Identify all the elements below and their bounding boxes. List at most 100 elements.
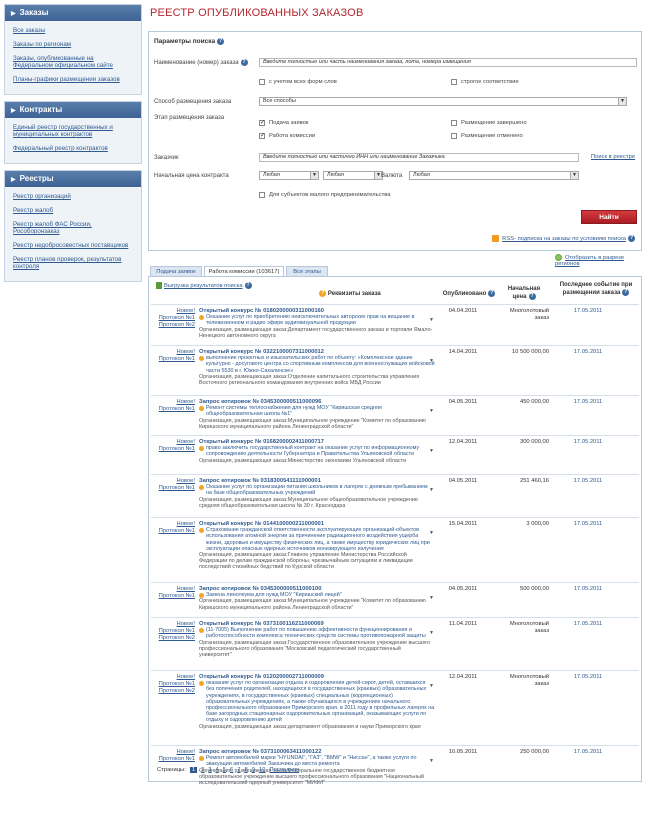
sidebar-item[interactable]: Реестр недобросовестных поставщиков (13, 242, 133, 249)
help-icon[interactable]: ? (528, 293, 536, 300)
expand-arrow-icon[interactable]: ▼ (429, 595, 434, 601)
row-last-event[interactable]: 17.05.2011 (553, 521, 623, 527)
row-description[interactable]: Ремонт системы теплоснабжения для нужд М… (199, 405, 435, 417)
expand-arrow-icon[interactable]: ▼ (429, 408, 434, 414)
row-last-event[interactable]: 17.05.2011 (553, 749, 623, 755)
row-last-event[interactable]: 17.05.2011 (553, 439, 623, 445)
pager-page[interactable]: 4 (216, 767, 219, 773)
row-last-event[interactable]: 17.05.2011 (553, 674, 623, 680)
row-description[interactable]: выполнение проектных и изыскательских ра… (199, 355, 435, 374)
row-protocol-link[interactable]: Новое! (151, 586, 195, 593)
help-icon[interactable]: ? (628, 235, 635, 242)
registry-search-link[interactable]: Поиск в реестре (591, 154, 635, 160)
row-last-event[interactable]: 17.05.2011 (553, 621, 623, 627)
expand-arrow-icon[interactable]: ▼ (429, 683, 434, 689)
rss-subscription[interactable]: RSS- подписка на заказы по условиям поис… (492, 235, 635, 242)
sidebar-item[interactable]: Единый реестр государственных и муниципа… (13, 124, 133, 138)
sidebar-section-title[interactable]: ▶ Контракты (5, 102, 141, 118)
row-protocol-link[interactable]: Протокол №2 (151, 322, 195, 329)
pager-page[interactable]: 3 (208, 767, 211, 773)
pager-page[interactable]: 10 (259, 767, 265, 773)
pager-page[interactable]: 6 (230, 767, 233, 773)
row-protocol-link[interactable]: Новое! (151, 674, 195, 681)
row-protocol-link[interactable]: Новое! (151, 521, 195, 528)
row-last-event[interactable]: 17.05.2011 (553, 349, 623, 355)
row-last-event[interactable]: 17.05.2011 (553, 308, 623, 314)
row-protocol-link[interactable]: Протокол №2 (151, 635, 195, 642)
map-link[interactable]: Отобразить в разрезе регионов (555, 254, 644, 267)
expand-arrow-icon[interactable]: ▼ (429, 358, 434, 364)
stage-commission-checkbox[interactable] (259, 132, 265, 139)
price-from-select[interactable]: Любая ▼ (259, 171, 319, 180)
row-protocol-link[interactable]: Новое! (151, 478, 195, 485)
pager-page[interactable]: 2 (201, 767, 204, 773)
row-protocol-link[interactable]: Новое! (151, 308, 195, 315)
price-to-select[interactable]: Любая ▼ (323, 171, 383, 180)
row-description[interactable]: оказание услуг по организации отдыха и о… (199, 680, 435, 723)
row-protocol-link[interactable]: Протокол №1 (151, 406, 195, 413)
stage-completed-checkbox[interactable] (451, 120, 457, 126)
sidebar-item[interactable]: Все заказы (13, 27, 133, 34)
pager-page[interactable]: 1 (189, 767, 198, 773)
currency-select[interactable]: Любая ▼ (409, 171, 579, 180)
sidebar-item[interactable]: Планы-графики размещения заказов (13, 76, 133, 83)
expand-arrow-icon[interactable]: ▼ (429, 530, 434, 536)
row-protocol-link[interactable]: Протокол №1 (151, 628, 195, 635)
expand-arrow-icon[interactable]: ▼ (429, 758, 434, 764)
row-description[interactable]: Оказание услуг по организации питания шк… (199, 484, 435, 496)
method-select[interactable]: Все способы ▼ (259, 97, 627, 106)
sidebar-item[interactable]: Заказы по регионам (13, 41, 133, 48)
row-description[interactable]: право заключить государственный контракт… (199, 445, 435, 457)
row-protocol-link[interactable]: Новое! (151, 439, 195, 446)
pager-page[interactable]: 5 (223, 767, 226, 773)
help-icon[interactable]: ? (622, 289, 630, 296)
order-name-input[interactable]: Введите полностью или часть наименования… (259, 58, 637, 67)
expand-arrow-icon[interactable]: ▼ (429, 630, 434, 636)
sidebar-item[interactable]: Заказы, опубликованные на Федеральном оф… (13, 55, 133, 69)
help-icon[interactable]: ? (319, 290, 327, 297)
row-protocol-link[interactable]: Протокол №1 (151, 593, 195, 600)
export-link[interactable]: Выгрузка результатов поиска? (156, 282, 252, 289)
sidebar-item[interactable]: Реестр жалоб ФАС России, Рособоронзаказ (13, 221, 133, 235)
expand-arrow-icon[interactable]: ▼ (429, 448, 434, 454)
stage-applications-checkbox[interactable] (259, 119, 265, 126)
row-last-event[interactable]: 17.05.2011 (553, 478, 623, 484)
help-icon[interactable]: ? (217, 38, 225, 45)
pager-page[interactable]: 7 (237, 767, 240, 773)
strict-match-checkbox[interactable] (451, 79, 457, 85)
pager-page[interactable]: 9 (252, 767, 255, 773)
row-protocol-link[interactable]: Протокол №1 (151, 315, 195, 322)
row-description[interactable]: Оказание услуг по приобретению неисключи… (199, 314, 435, 326)
stage-cancelled-checkbox[interactable] (451, 133, 457, 139)
row-protocol-link[interactable]: Протокол №1 (151, 446, 195, 453)
row-description[interactable]: Ремонт автомобилей марки "HYUNDAI", "ГАЗ… (199, 755, 435, 767)
sidebar-item[interactable]: Реестр жалоб (13, 207, 133, 214)
row-protocol-link[interactable]: Новое! (151, 349, 195, 356)
expand-arrow-icon[interactable]: ▼ (429, 487, 434, 493)
find-button[interactable]: Найти (581, 210, 637, 224)
row-protocol-link[interactable]: Новое! (151, 749, 195, 756)
row-last-event[interactable]: 17.05.2011 (553, 586, 623, 592)
sidebar-section-title[interactable]: ▶ Реестры (5, 171, 141, 187)
row-protocol-link[interactable]: Протокол №1 (151, 356, 195, 363)
sidebar-section-title[interactable]: ▶ Заказы (5, 5, 141, 21)
small-business-checkbox[interactable] (259, 192, 265, 198)
help-icon[interactable]: ? (240, 59, 248, 66)
row-last-event[interactable]: 17.05.2011 (553, 399, 623, 405)
sidebar-item[interactable]: Федеральный реестр контрактов (13, 145, 133, 152)
pager-page[interactable]: 8 (244, 767, 247, 773)
row-description[interactable]: (11-7005) Выполнение работ по повышению … (199, 627, 435, 639)
pager-last[interactable]: Последняя (269, 767, 299, 773)
all-forms-checkbox[interactable] (259, 79, 265, 85)
row-protocol-link[interactable]: Протокол №1 (151, 528, 195, 535)
customer-input[interactable]: Введите полностью или частично ИНН или н… (259, 153, 579, 162)
help-icon[interactable]: ? (488, 290, 496, 297)
row-protocol-link[interactable]: Протокол №1 (151, 485, 195, 492)
sidebar-item[interactable]: Реестр планов проверок, результатов конт… (13, 256, 133, 270)
sidebar-item[interactable]: Реестр организаций (13, 193, 133, 200)
row-protocol-link[interactable]: Протокол №1 (151, 681, 195, 688)
row-protocol-link[interactable]: Новое! (151, 621, 195, 628)
row-description[interactable]: Страхование гражданской ответственности … (199, 527, 435, 552)
row-protocol-link[interactable]: Протокол №1 (151, 756, 195, 763)
row-protocol-link[interactable]: Протокол №2 (151, 688, 195, 695)
